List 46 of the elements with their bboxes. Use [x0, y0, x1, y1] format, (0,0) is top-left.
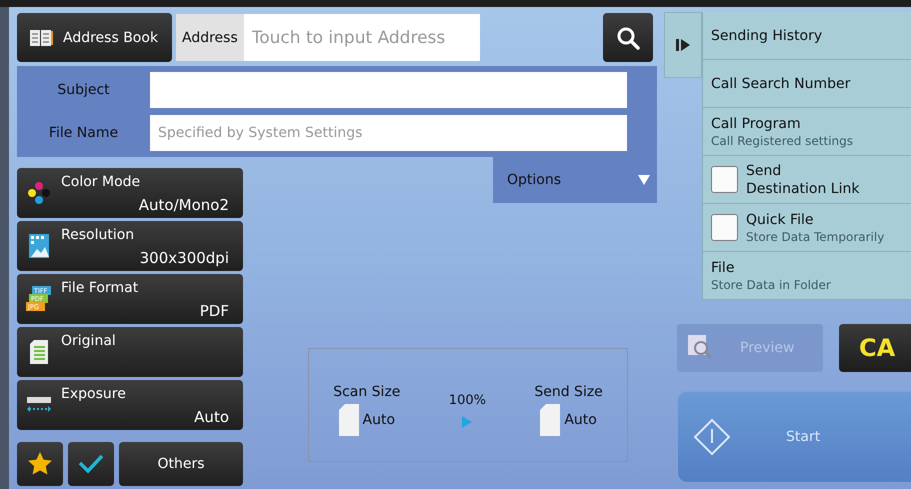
arrow-icon	[462, 416, 472, 428]
setting-button[interactable]: Exposure Auto	[17, 380, 243, 430]
menu-item[interactable]: Quick File Store Data Temporarily	[702, 204, 911, 252]
options-tab[interactable]: Options	[493, 157, 657, 203]
collapse-tab[interactable]	[664, 12, 702, 78]
size-value: Auto	[362, 412, 396, 428]
setting-button[interactable]: Color Mode Auto/Mono2	[17, 168, 243, 218]
page-icon	[540, 404, 560, 436]
text-field[interactable]: Specified by System Settings	[150, 115, 627, 151]
search-button[interactable]	[603, 13, 653, 62]
size-label: Scan Size	[333, 384, 400, 400]
size-value: Auto	[564, 412, 597, 428]
clear-all-button[interactable]: CA	[839, 324, 911, 372]
setting-button[interactable]: Resolution 300x300dpi	[17, 221, 243, 271]
caret-icon	[637, 174, 651, 186]
start-icon	[692, 417, 732, 457]
page-icon	[338, 404, 359, 436]
checkbox[interactable]	[711, 166, 738, 193]
book-icon	[29, 28, 53, 46]
address-field[interactable]: Touch to input Address	[244, 14, 480, 61]
menu-item[interactable]: Call Search Number	[702, 60, 911, 108]
color-dots-icon	[26, 180, 52, 206]
setting-button[interactable]: Original	[17, 327, 243, 377]
star-icon	[27, 451, 53, 477]
field-label: File Name	[48, 125, 120, 141]
address-book-button[interactable]: Address Book	[17, 13, 172, 62]
exposure-icon	[26, 395, 52, 415]
text-field[interactable]	[150, 72, 627, 108]
others-button[interactable]: Others	[119, 442, 243, 486]
document-icon	[29, 339, 49, 365]
checkbox[interactable]	[711, 214, 738, 241]
magnifier-icon	[688, 335, 714, 361]
menu-item[interactable]: Call Program Call Registered settings	[702, 108, 911, 156]
size-label: Send Size	[534, 384, 603, 400]
check-icon	[78, 454, 104, 474]
play-icon	[676, 38, 690, 52]
check-button[interactable]	[68, 442, 114, 486]
menu-item[interactable]: Sending History	[702, 12, 911, 60]
ratio-text: 100%	[448, 392, 486, 408]
menu-item[interactable]: File Store Data in Folder	[702, 252, 911, 300]
menu-item[interactable]: Send Destination Link	[702, 156, 911, 204]
favorite-button[interactable]	[17, 442, 63, 486]
address-label: Address	[176, 14, 244, 61]
field-label: Subject	[56, 82, 111, 98]
search-icon	[615, 24, 641, 50]
image-icon	[28, 233, 50, 259]
